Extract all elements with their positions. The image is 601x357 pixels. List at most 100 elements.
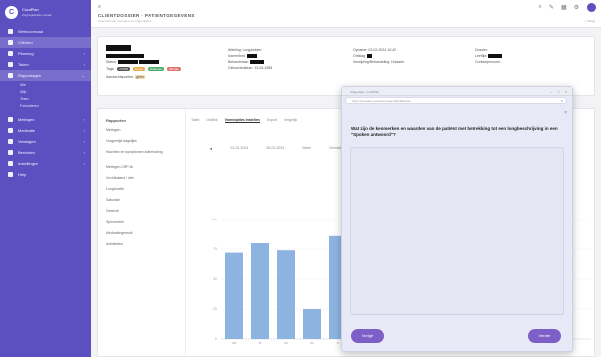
brand-logo-icon: C [5, 6, 18, 19]
page-subtitle: Overzicht van metingen en vragenlijsten [98, 19, 152, 23]
chevron-right-icon: › [83, 128, 85, 133]
sidebar-subitem[interactable]: Mijn [0, 88, 91, 95]
report-menu-item[interactable]: Gewicht [106, 209, 176, 220]
redacted-field [117, 60, 138, 65]
sidebar-item-rapportages[interactable]: Rapportages ⌄ [0, 70, 91, 81]
report-menu-item[interactable]: Activiteiten [106, 242, 176, 253]
dialog-url-bar[interactable]: https://curaplan.example/vragenlijst/kla… [345, 97, 567, 104]
grid-icon[interactable]: ▦ [561, 4, 567, 11]
sidebar-item-berichten[interactable]: Berichten › [0, 147, 91, 158]
report-menu-item[interactable]: Metingen CRP-tb [106, 165, 176, 176]
report-menu-item[interactable]: Saturatie [106, 198, 176, 209]
sidebar-subitem[interactable]: Team [0, 95, 91, 102]
dialog-window-title: Vragenlijst - CuraPlan [350, 90, 380, 94]
mail-icon [8, 150, 13, 155]
tag-pill[interactable]: Diabetes [148, 67, 164, 72]
patient-col-3: Dossier: Leeftijd: Contactpersoon: [475, 47, 503, 65]
doc-icon [8, 139, 13, 144]
dialog-url: https://curaplan.example/vragenlijst/kla… [352, 99, 412, 103]
close-window-icon[interactable]: × [565, 89, 567, 94]
sidebar-item-planning[interactable]: Planning › [0, 48, 91, 59]
divider [185, 109, 186, 357]
x-tick-label: do [310, 341, 314, 345]
avatar[interactable] [587, 3, 596, 12]
back-link[interactable]: < Terug [585, 19, 595, 23]
settings-icon[interactable]: ⚙ [574, 4, 579, 11]
edit-icon[interactable]: ✎ [549, 4, 554, 11]
gear-icon [8, 161, 13, 166]
note-label: Aandachtspunten: [106, 75, 135, 79]
sidebar-item-metingen[interactable]: Metingen › [0, 114, 91, 125]
tab-vergelijk[interactable]: Vergelijk [284, 118, 297, 123]
brand-name: CuraPlan [22, 7, 39, 12]
filter-from[interactable]: 01-02-2024 [230, 146, 248, 151]
search-icon[interactable]: ⌕ [539, 4, 542, 11]
chart-bar[interactable] [303, 309, 321, 339]
report-menu-item[interactable]: Metingen [106, 128, 176, 139]
sidebar-item-taken[interactable]: Taken › [0, 59, 91, 70]
dialog-question: Wat zijn de kenmerken en waarden van de … [351, 126, 558, 137]
report-menu-item[interactable]: Vochtbalans / diet [106, 176, 176, 187]
redacted-field [106, 54, 144, 59]
report-menu-heading: Rapporten [106, 118, 126, 123]
inbox-icon [8, 29, 13, 34]
sidebar-nav: Werkvoorraad Cliënten Planning › Taken › R… [0, 26, 91, 180]
chart-bar[interactable] [225, 252, 243, 339]
chart-bar[interactable] [251, 243, 269, 339]
next-button[interactable]: Verder [528, 329, 561, 343]
redacted-field [249, 60, 264, 65]
tags-label: Tags: [106, 67, 115, 71]
x-tick-label: wo [284, 341, 288, 345]
filter-period[interactable]: Week [302, 146, 311, 151]
brand-subtitle: Zorgregistratie portaal [22, 13, 52, 17]
chevron-right-icon: › [83, 161, 85, 166]
dialog-titlebar: Vragenlijst - CuraPlan – □ × [342, 87, 572, 96]
tab-grafiek[interactable]: Grafiek [206, 118, 217, 123]
brand[interactable]: C CuraPlan Zorgregistratie portaal [5, 5, 85, 21]
chart-bar[interactable] [277, 250, 295, 339]
sidebar-item-clienten[interactable]: Cliënten [0, 37, 91, 48]
report-menu-item[interactable]: Longfunctie [106, 187, 176, 198]
sidebar-item-label: Metingen [18, 117, 35, 122]
redacted-field [138, 60, 159, 65]
menu-toggle-icon[interactable]: ≡ [98, 4, 101, 10]
sidebar-subitem[interactable]: Alle [0, 81, 91, 88]
sidebar-item-help[interactable]: Help [0, 169, 91, 180]
report-menu-item[interactable]: Spirometrie [106, 220, 176, 231]
chevron-right-icon: › [83, 139, 85, 144]
sidebar-item-verslagen[interactable]: Verslagen › [0, 136, 91, 147]
tag-pill[interactable]: COPD [117, 67, 131, 72]
url-close-icon[interactable]: × [561, 98, 563, 103]
sidebar-subitem[interactable]: Formulieren [0, 102, 91, 109]
users-icon [8, 40, 13, 45]
tab-export[interactable]: Export [267, 118, 277, 123]
tab-vorm-opties[interactable]: Vorm/opties instellen [224, 118, 260, 123]
tab-tabel[interactable]: Tabel [191, 118, 199, 123]
x-tick-label: di [259, 341, 262, 345]
previous-button[interactable]: Vorige [351, 329, 384, 343]
sidebar-item-label: Berichten [18, 150, 35, 155]
tasks-icon [8, 62, 13, 67]
maximize-icon[interactable]: □ [557, 89, 559, 94]
tag-pill[interactable]: Roker [133, 67, 146, 72]
sidebar-item-label: Instellingen [18, 161, 39, 166]
minimize-icon[interactable]: – [550, 89, 552, 94]
report-menu-item[interactable]: Klachten en symptomen ademhaling [106, 150, 176, 165]
tag-pill[interactable]: Allergie [166, 67, 181, 72]
sidebar-item-werkvoorraad[interactable]: Werkvoorraad [0, 26, 91, 37]
status-label: Status: [106, 60, 117, 64]
patient-col-1: Afdeling: Longziekten Kamer/bed: Behande… [228, 47, 272, 71]
answer-textarea[interactable] [350, 147, 564, 315]
page-title: CLIENTDOSSIER · PATIENTGEGEVENS [98, 13, 195, 18]
redacted-field [247, 54, 258, 59]
chevron-right-icon: › [83, 62, 85, 67]
help-icon [8, 172, 13, 177]
report-menu-item[interactable]: Medicatiegebruik [106, 231, 176, 242]
sidebar-item-medicatie[interactable]: Medicatie › [0, 125, 91, 136]
close-icon[interactable]: × [564, 110, 567, 116]
filter-to[interactable]: 28-02-2024 [266, 146, 284, 151]
report-menu-item[interactable]: Vragenlijst dagelijks [106, 139, 176, 150]
patient-note-line: Aandachtspunten: geen [106, 75, 145, 79]
sidebar-item-instellingen[interactable]: Instellingen › [0, 158, 91, 169]
chart-icon [8, 73, 13, 78]
